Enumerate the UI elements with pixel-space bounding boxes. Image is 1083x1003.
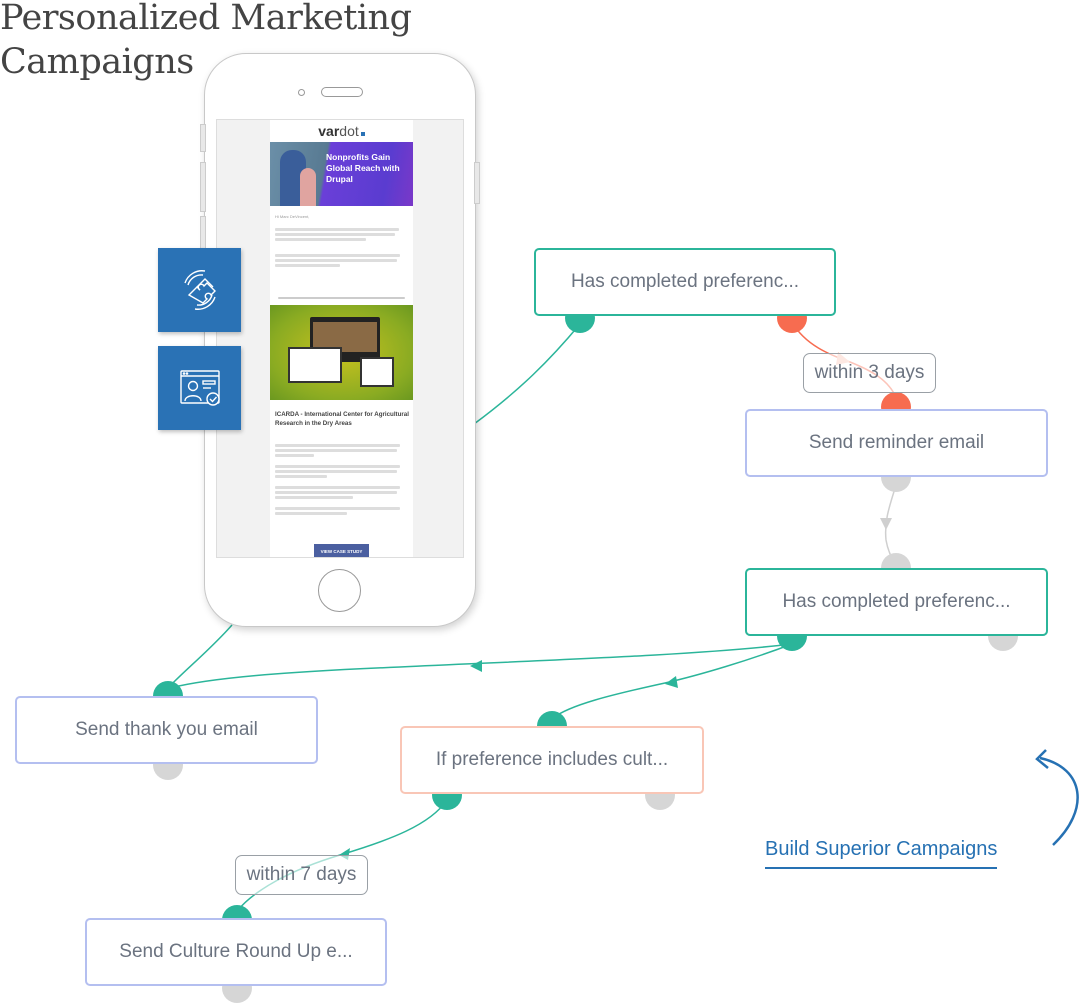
phone-power-button [474,162,480,204]
email-body: vardot Nonprofits Gain Global Reach with… [270,120,413,557]
phone-home-button [318,569,361,612]
connector-phone-to-cond1 [473,323,581,425]
workflow-node-branch-preference[interactable]: If preference includes cult... [400,726,704,794]
workflow-node-condition-1[interactable]: Has completed preferenc... [534,248,836,316]
vardot-logo: vardot [270,123,413,139]
view-case-study-button[interactable]: VIEW CASE STUDY [314,544,369,557]
email-second-paragraph [275,252,405,269]
case-study-paragraphs [275,442,405,517]
node-label: Send reminder email [808,432,985,453]
phone-mockup: vardot Nonprofits Gain Global Reach with… [200,53,480,627]
workflow-node-condition-2[interactable]: Has completed preferenc... [745,568,1048,636]
node-label: Send thank you email [75,719,258,740]
phone-side-button [200,124,206,152]
hero-headline: Nonprofits Gain Global Reach with Drupal [326,152,400,184]
curved-arrow-to-link [1039,756,1079,846]
case-study-devices-image [270,305,413,400]
node-label: Send Culture Round Up e... [119,941,353,962]
workflow-node-send-reminder[interactable]: Send reminder email [745,409,1048,477]
node-label: Has completed preferenc... [782,591,1011,612]
feature-tile-profile [158,346,241,430]
user-profile-verified-icon [179,370,220,406]
phone-volume-up [200,162,206,212]
case-study-title: ICARDA - International Center for Agricu… [275,411,409,427]
delay-label-3-days[interactable]: within 3 days [803,353,936,393]
feature-tile-integration [158,248,241,332]
delay-label-7-days[interactable]: within 7 days [235,855,368,895]
email-preview-screen: vardot Nonprofits Gain Global Reach with… [216,119,464,558]
phone-speaker [321,87,363,97]
email-divider [278,297,405,299]
email-intro-paragraph [275,226,405,243]
phone-camera [298,89,305,96]
hero-person-2 [300,168,316,206]
node-label: If preference includes cult... [435,749,669,770]
arrow-cond2-to-thanks [470,660,482,672]
node-label: Has completed preferenc... [570,271,800,292]
build-superior-campaigns-link[interactable]: Build Superior Campaigns [765,838,998,869]
arrow-reminder-to-cond2 [880,518,892,530]
puzzle-integration-icon [183,270,216,310]
email-greeting: Hi Marc DeVincent, [275,214,310,219]
email-hero-banner: Nonprofits Gain Global Reach with Drupal [270,142,413,206]
workflow-node-send-culture-roundup[interactable]: Send Culture Round Up e... [85,918,387,986]
workflow-node-send-thank-you[interactable]: Send thank you email [15,696,318,764]
